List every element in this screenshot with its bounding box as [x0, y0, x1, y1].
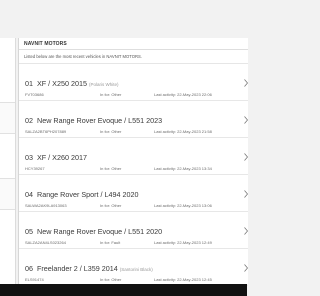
vehicle-vin: SALZA2BT6PH207889	[25, 129, 67, 134]
vehicle-list: 01 XF / X250 2015 (Polaris White) FVT03686…	[19, 64, 248, 286]
vehicle-number: 05	[25, 227, 33, 236]
vehicle-title: 06 Freelander 2 / L359 2014 (Santorini Bla…	[25, 264, 153, 273]
vehicle-status: In for: Other	[100, 92, 122, 97]
vehicle-item[interactable]: 02 New Range Rover Evoque / L551 2023 SAL…	[19, 101, 248, 138]
vehicle-vin: HCY39267	[25, 166, 45, 171]
vehicle-item[interactable]: 01 XF / X250 2015 (Polaris White) FVT03686…	[19, 64, 248, 101]
vehicle-number: 02	[25, 116, 33, 125]
vehicle-name: Range Rover Sport / L494 2020	[37, 190, 139, 199]
vehicle-name: New Range Rover Evoque / L551 2023	[37, 116, 163, 125]
panel-description: Listed below are the most recent vehicle…	[19, 50, 248, 64]
chevron-right-icon	[244, 153, 248, 161]
vehicle-number: 01	[25, 79, 33, 88]
vehicle-last-activity: Last activity: 22-May-2023 12:45	[154, 277, 212, 282]
vehicle-vin: ELS91474	[25, 277, 44, 282]
vehicle-title: 02 New Range Rover Evoque / L551 2023	[25, 116, 164, 125]
chevron-right-icon	[244, 264, 248, 272]
vehicle-item[interactable]: 04 Range Rover Sport / L494 2020 SALWA2AK…	[19, 175, 248, 212]
vehicle-last-activity: Last activity: 22-May-2023 13:34	[154, 166, 212, 171]
vehicle-last-activity: Last activity: 22-May-2023 21:58	[154, 129, 212, 134]
vehicle-vin: SALWA2AK9LA913063	[25, 203, 67, 208]
vehicle-item[interactable]: 06 Freelander 2 / L359 2014 (Santorini Bla…	[19, 249, 248, 286]
vehicle-title: 05 New Range Rover Evoque / L551 2020	[25, 227, 164, 236]
vehicle-name: New Range Rover Evoque / L551 2020	[37, 227, 163, 236]
vehicle-title: 04 Range Rover Sport / L494 2020	[25, 190, 141, 199]
left-card[interactable]	[0, 102, 15, 134]
vehicle-status: In for: Other	[100, 277, 122, 282]
vehicle-number: 04	[25, 190, 33, 199]
vehicle-name: XF / X260 2017	[37, 153, 87, 162]
recent-vehicles-panel: NAVNIT MOTORS Listed below are the most …	[18, 38, 248, 286]
vehicle-status: In for: Other	[100, 166, 122, 171]
vehicle-title: 01 XF / X250 2015 (Polaris White)	[25, 79, 118, 88]
vehicle-name: XF / X250 2015	[37, 79, 87, 88]
vehicle-status: In for: Other	[100, 129, 122, 134]
vehicle-status: In for: Other	[100, 203, 122, 208]
vehicle-name: Freelander 2 / L359 2014	[37, 264, 118, 273]
vehicle-status: In for: Fault	[100, 240, 121, 245]
vehicle-last-activity: Last activity: 22-May-2023 13:06	[154, 203, 212, 208]
vehicle-vin: FVT03686	[25, 92, 44, 97]
vehicle-last-activity: Last activity: 22-May-2023 22:06	[154, 92, 212, 97]
left-card[interactable]	[0, 178, 15, 210]
vehicle-number: 03	[25, 153, 33, 162]
bottom-bar	[0, 284, 247, 296]
vehicle-number: 06	[25, 264, 33, 273]
vehicle-colour: (Polaris White)	[88, 82, 119, 87]
vehicle-title: 03 XF / X260 2017	[25, 153, 89, 162]
chevron-right-icon	[244, 116, 248, 124]
panel-title: NAVNIT MOTORS	[19, 38, 248, 50]
chevron-right-icon	[244, 190, 248, 198]
left-sidebar	[0, 38, 16, 284]
vehicle-vin: SALZA2AN4LS023264	[25, 240, 66, 245]
vehicle-item[interactable]: 05 New Range Rover Evoque / L551 2020 SAL…	[19, 212, 248, 249]
vehicle-item[interactable]: 03 XF / X260 2017 HCY39267 In for: Other …	[19, 138, 248, 175]
chevron-right-icon	[244, 227, 248, 235]
vehicle-colour: (Santorini Black)	[119, 267, 153, 272]
chevron-right-icon	[244, 79, 248, 87]
vehicle-last-activity: Last activity: 22-May-2023 12:49	[154, 240, 212, 245]
